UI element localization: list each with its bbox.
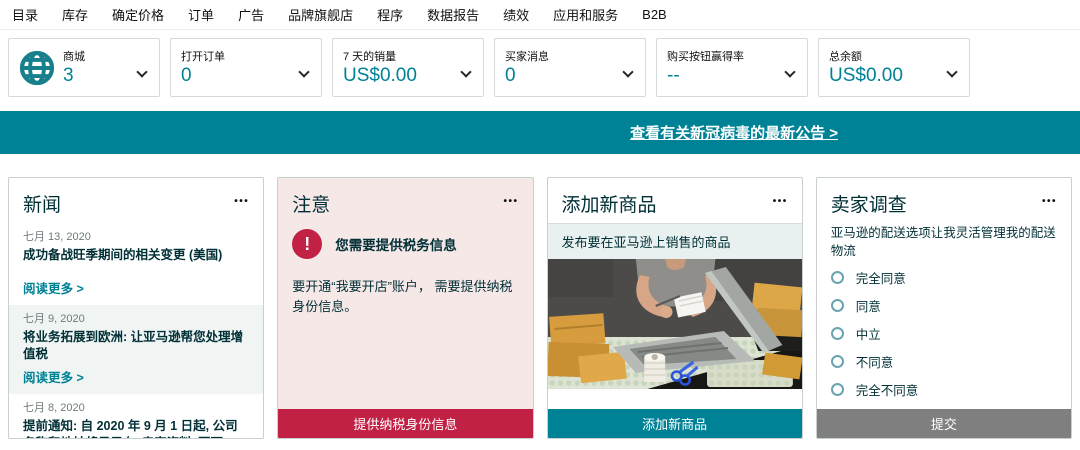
news-item: 七月 13, 2020 成功备战旺季期间的相关变更 (美国) 阅读更多 > [9,223,263,305]
add-product-button[interactable]: 添加新商品 [548,409,802,438]
add-product-subtitle: 发布要在亚马逊上销售的商品 [548,223,802,259]
stat-label: 买家消息 [505,48,635,64]
alert-heading: 您需要提供税务信息 [335,234,457,254]
ellipsis-menu-icon[interactable]: ••• [234,196,249,207]
stat-7day-sales-dropdown[interactable]: 7 天的销量 US$0.00 [332,38,484,97]
stat-value: 0 [181,66,311,87]
stat-label: 总余额 [829,48,959,64]
nav-item-apps-services[interactable]: 应用和服务 [553,5,618,24]
stat-value: 3 [63,66,149,87]
nav-item-performance[interactable]: 绩效 [503,5,529,24]
nav-item-orders[interactable]: 订单 [188,5,214,24]
stat-value: -- [667,66,797,87]
option-label: 同意 [856,296,881,315]
survey-option-strongly-disagree[interactable]: 完全不同意 [817,380,1071,399]
news-date: 七月 13, 2020 [23,228,249,244]
stats-bar: 商城 3 打开订单 0 7 天的销量 US$0.00 买家消息 0 购买按钮赢得… [0,30,1080,97]
news-item: 七月 9, 2020 将业务拓展到欧洲: 让亚马逊帮您处理增值税 阅读更多 > [9,305,263,394]
stat-value: US$0.00 [829,66,959,87]
attention-card-title: 注意 [292,190,330,217]
survey-option-agree[interactable]: 同意 [817,296,1071,315]
nav-item-stores[interactable]: 品牌旗舰店 [288,5,353,24]
survey-question: 亚马逊的配送选项让我灵活管理我的配送物流 [817,223,1071,268]
news-card: 新闻 ••• 七月 13, 2020 成功备战旺季期间的相关变更 (美国) 阅读… [8,177,264,439]
seller-survey-card: 卖家调查 ••• 亚马逊的配送选项让我灵活管理我的配送物流 完全同意 同意 中立… [816,177,1072,439]
stat-label: 打开订单 [181,48,311,64]
stat-label: 商城 [63,48,149,64]
top-navigation: 目录 库存 确定价格 订单 广告 品牌旗舰店 程序 数据报告 绩效 应用和服务 … [0,0,1080,30]
news-card-title: 新闻 [23,190,61,217]
radio-button-icon[interactable] [831,383,844,396]
option-label: 不同意 [856,352,894,371]
read-more-link[interactable]: 阅读更多 > [23,278,84,297]
stat-buybox-winrate-dropdown[interactable]: 购买按钮赢得率 -- [656,38,808,97]
survey-option-disagree[interactable]: 不同意 [817,352,1071,371]
covid-announcement-banner: 查看有关新冠病毒的最新公告 > [0,111,1080,154]
nav-item-programs[interactable]: 程序 [377,5,403,24]
option-label: 完全不同意 [856,380,919,399]
nav-item-catalog[interactable]: 目录 [12,5,38,24]
nav-item-reports[interactable]: 数据报告 [427,5,479,24]
stat-total-balance-dropdown[interactable]: 总余额 US$0.00 [818,38,970,97]
radio-button-icon[interactable] [831,355,844,368]
alert-exclamation-icon: ! [292,229,322,259]
provide-tax-info-button[interactable]: 提供纳税身份信息 [278,409,532,438]
radio-button-icon[interactable] [831,327,844,340]
stat-buyer-messages-dropdown[interactable]: 买家消息 0 [494,38,646,97]
attention-card: 注意 ••• ! 您需要提供税务信息 要开通“我要开店”账户， 需要提供纳税身份… [277,177,533,439]
covid-announcement-link[interactable]: 查看有关新冠病毒的最新公告 > [630,122,838,143]
news-date: 七月 9, 2020 [23,310,249,326]
add-product-card: 添加新商品 ••• 发布要在亚马逊上销售的商品 [547,177,803,439]
survey-card-title: 卖家调查 [831,190,907,217]
stat-label: 7 天的销量 [343,48,473,64]
stat-marketplaces-dropdown[interactable]: 商城 3 [8,38,160,97]
news-headline: 提前通知: 自 2020 年 9 月 1 日起, 公司名称和地址将显示在“卖家资… [23,418,249,439]
alert-body-text: 要开通“我要开店”账户， 需要提供纳税身份信息。 [278,259,532,316]
nav-item-pricing[interactable]: 确定价格 [112,5,164,24]
globe-icon [19,50,55,86]
nav-item-inventory[interactable]: 库存 [62,5,88,24]
submit-button[interactable]: 提交 [817,409,1071,438]
stat-open-orders-dropdown[interactable]: 打开订单 0 [170,38,322,97]
dashboard-cards: 新闻 ••• 七月 13, 2020 成功备战旺季期间的相关变更 (美国) 阅读… [0,177,1080,439]
radio-button-icon[interactable] [831,299,844,312]
add-product-card-title: 添加新商品 [562,190,657,217]
nav-item-advertising[interactable]: 广告 [238,5,264,24]
news-date: 七月 8, 2020 [23,399,249,415]
stat-value: US$0.00 [343,66,473,87]
stat-label: 购买按钮赢得率 [667,48,797,64]
packing-boxes-photo [548,259,802,389]
news-headline: 将业务拓展到欧洲: 让亚马逊帮您处理增值税 [23,329,249,363]
survey-option-neutral[interactable]: 中立 [817,324,1071,343]
nav-item-b2b[interactable]: B2B [642,7,667,22]
ellipsis-menu-icon[interactable]: ••• [1042,196,1057,207]
survey-option-strongly-agree[interactable]: 完全同意 [817,268,1071,287]
read-more-link[interactable]: 阅读更多 > [23,367,84,386]
option-label: 完全同意 [856,268,906,287]
ellipsis-menu-icon[interactable]: ••• [503,196,518,207]
news-item: 七月 8, 2020 提前通知: 自 2020 年 9 月 1 日起, 公司名称… [9,394,263,439]
radio-button-icon[interactable] [831,271,844,284]
news-headline: 成功备战旺季期间的相关变更 (美国) [23,247,249,264]
option-label: 中立 [856,324,881,343]
ellipsis-menu-icon[interactable]: ••• [773,196,788,207]
stat-value: 0 [505,66,635,87]
